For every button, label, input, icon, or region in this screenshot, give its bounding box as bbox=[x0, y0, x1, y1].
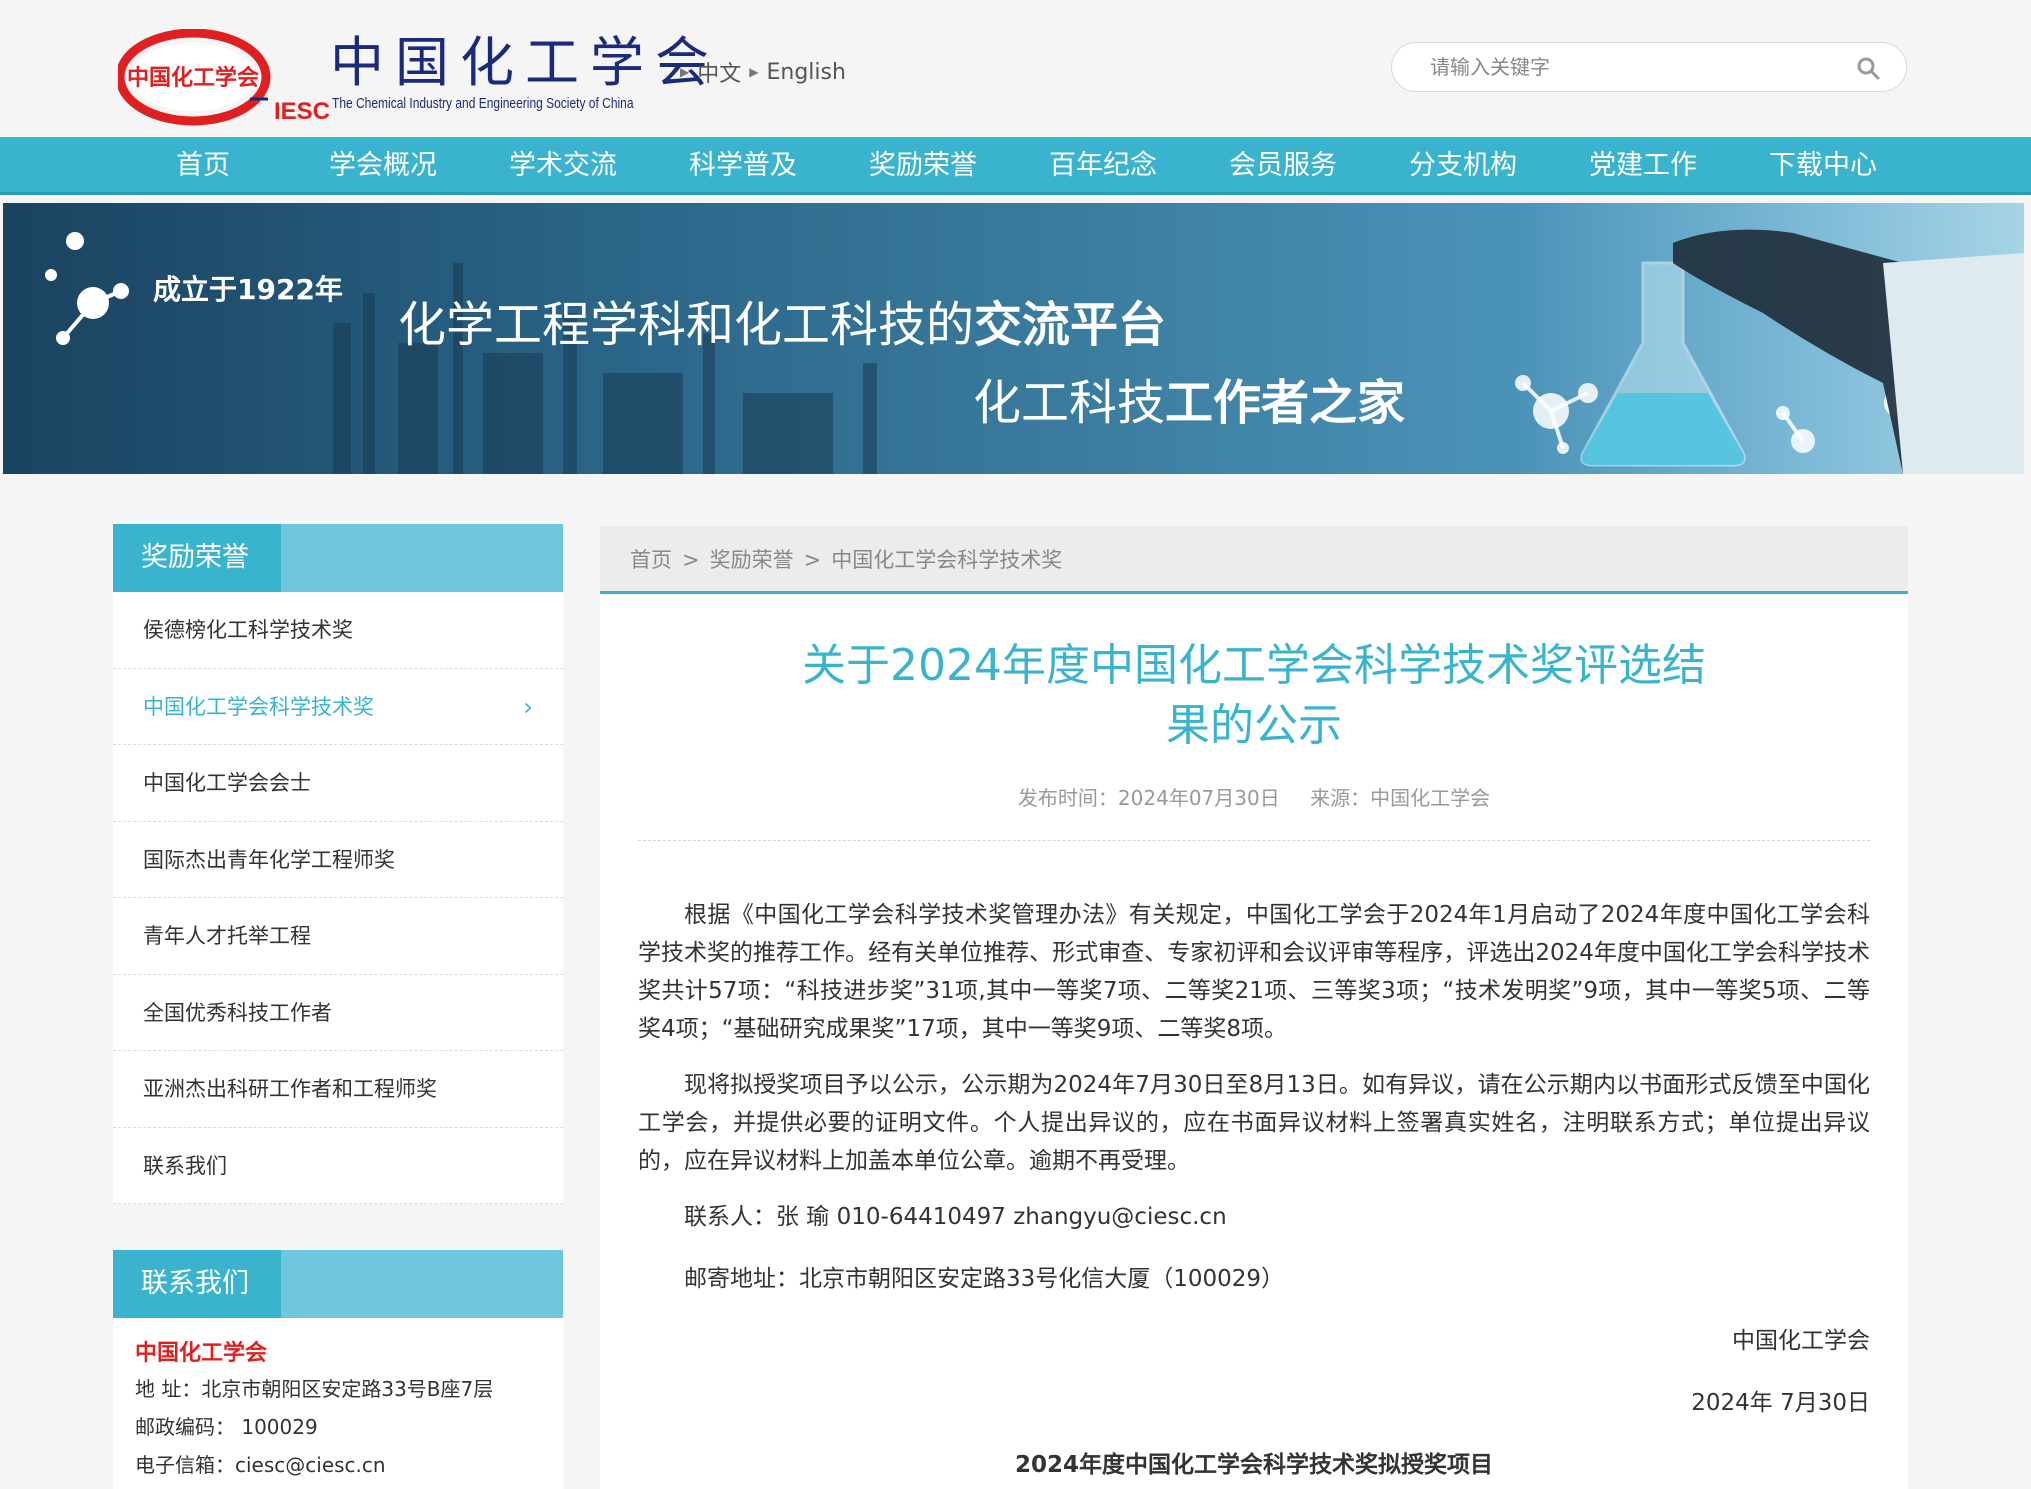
article-meta: 发布时间：2024年07月30日 来源：中国化工学会 bbox=[600, 782, 1908, 811]
nav-downloads[interactable]: 下载中心 bbox=[1743, 137, 1903, 195]
sidebar-item-asia-award[interactable]: 亚洲杰出科研工作者和工程师奖 bbox=[113, 1051, 563, 1128]
signature-org: 中国化工学会 bbox=[1732, 1328, 1870, 1354]
contact-org: 中国化工学会 bbox=[135, 1341, 268, 1366]
nav-about[interactable]: 学会概况 bbox=[303, 137, 463, 195]
search-input[interactable] bbox=[1430, 52, 1830, 82]
article-panel: 首页 > 奖励荣誉 > 中国化工学会科学技术奖 关于2024年度中国化工学会科学技术奖评… bbox=[600, 526, 1908, 1489]
logo-title-en: The Chemical Industry and Engineering So… bbox=[332, 95, 634, 112]
breadcrumb: 首页 > 奖励荣誉 > 中国化工学会科学技术奖 bbox=[600, 526, 1908, 594]
contact-address: 地 址：北京市朝阳区安定路33号B座7层 bbox=[135, 1377, 494, 1401]
banner-slogan-line1: 化学工程学科和化工科技的交流平台 bbox=[398, 297, 1167, 353]
logo-badge-suffix: IESC bbox=[274, 98, 329, 125]
table-title: 2024年度中国化工学会科学技术奖拟授奖项目 bbox=[1014, 1452, 1493, 1478]
publish-time: 发布时间：2024年07月30日 bbox=[1017, 786, 1280, 810]
breadcrumb-separator: > bbox=[682, 548, 700, 572]
sidebar-item-hou-debang-award[interactable]: 侯德榜化工科学技术奖 bbox=[113, 592, 563, 669]
sidebar-header-awards: 奖励荣誉 bbox=[113, 524, 563, 592]
search-icon[interactable] bbox=[1856, 56, 1880, 80]
article-source: 来源：中国化工学会 bbox=[1310, 786, 1491, 810]
sidebar-title: 奖励荣誉 bbox=[141, 542, 249, 573]
sidebar-menu: 侯德榜化工科学技术奖 中国化工学会科学技术奖 › 中国化工学会会士 国际杰出青年化… bbox=[113, 592, 563, 1204]
main-nav: 首页 学会概况 学术交流 科学普及 奖励荣誉 百年纪念 会员服务 分支机构 党建… bbox=[0, 137, 2031, 195]
banner-founded-text: 成立于1922年 bbox=[153, 273, 343, 306]
article-body: 根据《中国化工学会科学技术奖管理办法》有关规定，中国化工学会于2024年1月启动… bbox=[638, 896, 1870, 1489]
nav-science-popularization[interactable]: 科学普及 bbox=[663, 137, 823, 195]
sidebar-item-young-engineer-award[interactable]: 国际杰出青年化学工程师奖 bbox=[113, 822, 563, 898]
article-paragraph: 根据《中国化工学会科学技术奖管理办法》有关规定，中国化工学会于2024年1月启动… bbox=[638, 902, 1870, 1042]
nav-branches[interactable]: 分支机构 bbox=[1383, 137, 1543, 195]
breadcrumb-current[interactable]: 中国化工学会科学技术奖 bbox=[831, 548, 1062, 572]
sidebar-item-young-talent[interactable]: 青年人才托举工程 bbox=[113, 898, 563, 975]
logo-emblem[interactable]: 中国化工学会 IESC bbox=[118, 29, 329, 126]
breadcrumb-home[interactable]: 首页 bbox=[630, 548, 672, 572]
mail-address: 邮寄地址：北京市朝阳区安定路33号化信大厦（100029） bbox=[684, 1266, 1285, 1292]
chevron-right-icon: › bbox=[523, 692, 533, 721]
divider bbox=[638, 840, 1870, 841]
breadcrumb-awards[interactable]: 奖励荣誉 bbox=[710, 548, 794, 572]
article-title: 关于2024年度中国化工学会科学技术奖评选结 果的公示 bbox=[802, 640, 1706, 751]
sidebar-item-outstanding-workers[interactable]: 全国优秀科技工作者 bbox=[113, 975, 563, 1051]
sidebar-header-contact: 联系我们 bbox=[113, 1250, 563, 1318]
site-header: 中国化工学会 IESC 中国化工学会 The Chemical Industry… bbox=[0, 0, 2031, 137]
contact-email: 电子信箱：ciesc@ciesc.cn bbox=[135, 1453, 386, 1477]
nav-party-building[interactable]: 党建工作 bbox=[1563, 137, 1723, 195]
logo-badge-text: 中国化工学会 bbox=[127, 65, 259, 91]
lang-english-link[interactable]: English bbox=[766, 60, 845, 85]
sidebar-item-ciesc-science-award[interactable]: 中国化工学会科学技术奖 › bbox=[113, 669, 563, 745]
triangle-right-icon: ▶ bbox=[749, 65, 759, 79]
lang-chinese-link[interactable]: 中文 bbox=[697, 56, 741, 88]
logo-title-cn[interactable]: 中国化工学会 bbox=[330, 32, 720, 94]
nav-home[interactable]: 首页 bbox=[123, 137, 283, 195]
triangle-right-icon: ▶ bbox=[680, 65, 690, 79]
nav-academic[interactable]: 学术交流 bbox=[483, 137, 643, 195]
contact-postcode: 邮政编码： 100029 bbox=[135, 1415, 318, 1439]
sidebar-item-contact[interactable]: 联系我们 bbox=[113, 1128, 563, 1204]
article-paragraph: 现将拟授奖项目予以公示，公示期为2024年7月30日至8月13日。如有异议，请在… bbox=[638, 1072, 1870, 1174]
sidebar-item-fellows[interactable]: 中国化工学会会士 bbox=[113, 745, 563, 822]
contact-title: 联系我们 bbox=[141, 1268, 249, 1299]
hero-banner: 成立于1922年 化学工程学科和化工科技的交流平台 化工科技工作者之家 bbox=[3, 203, 2024, 474]
signature-date: 2024年 7月30日 bbox=[1691, 1390, 1870, 1416]
language-switch: ▶ 中文 ▶ English bbox=[680, 56, 846, 88]
nav-centennial[interactable]: 百年纪念 bbox=[1023, 137, 1183, 195]
banner-slogan-line2: 化工科技工作者之家 bbox=[973, 375, 1406, 431]
contact-info: 中国化工学会 地 址：北京市朝阳区安定路33号B座7层 邮政编码： 100029… bbox=[113, 1318, 563, 1489]
search-box bbox=[1391, 42, 1907, 92]
contact-person: 联系人：张 瑜 010-64410497 zhangyu@ciesc.cn bbox=[684, 1204, 1227, 1230]
nav-awards[interactable]: 奖励荣誉 bbox=[843, 137, 1003, 195]
nav-member-services[interactable]: 会员服务 bbox=[1203, 137, 1363, 195]
breadcrumb-separator: > bbox=[803, 548, 822, 572]
